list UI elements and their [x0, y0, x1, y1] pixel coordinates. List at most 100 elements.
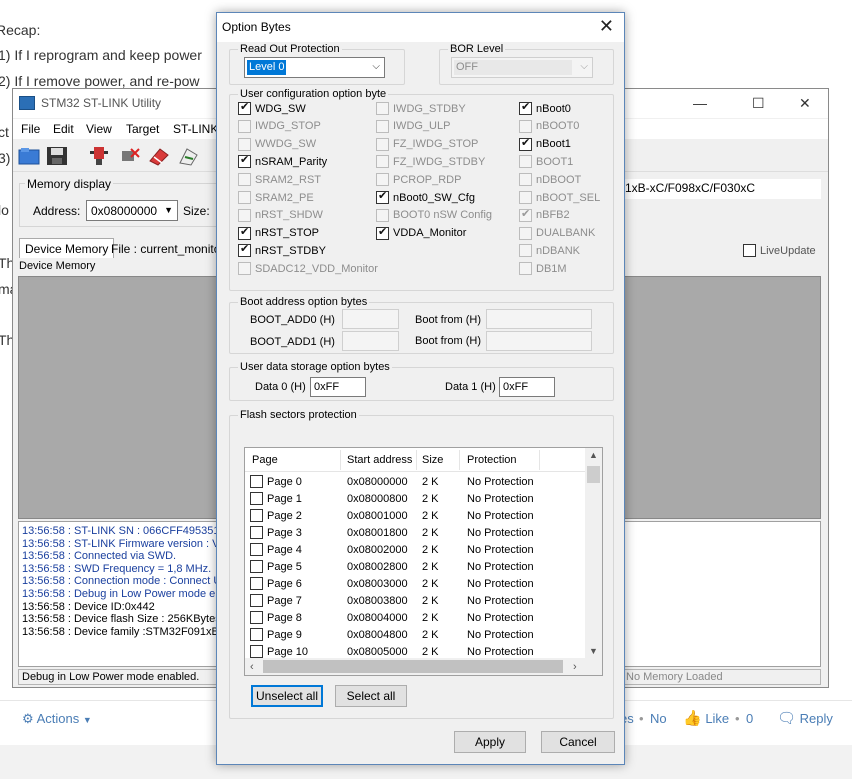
row-checkbox[interactable]	[250, 645, 263, 658]
option-checkbox-nrst-shdw[interactable]: nRST_SHDW	[238, 208, 323, 222]
close-button[interactable]: ✕	[799, 95, 811, 112]
option-checkbox-iwdg-stop[interactable]: IWDG_STOP	[238, 119, 321, 133]
row-checkbox[interactable]	[250, 628, 263, 641]
option-checkbox-nboot1[interactable]: nBoot1	[519, 137, 571, 151]
option-checkbox-vdda-monitor[interactable]: VDDA_Monitor	[376, 226, 466, 240]
boot-add1-field[interactable]	[342, 331, 399, 351]
vertical-scrollbar[interactable]: ▲ ▼	[585, 448, 602, 660]
scroll-down-icon[interactable]: ▼	[589, 646, 598, 656]
tab-file[interactable]: File : current_monitor.	[106, 239, 232, 259]
row-checkbox[interactable]	[250, 475, 263, 488]
flash-sector-row[interactable]: Page 6 0x08003000 2 K No Protection	[245, 576, 587, 593]
option-checkbox-sdadc12-vdd-monitor[interactable]: SDADC12_VDD_Monitor	[238, 262, 378, 276]
option-checkbox-nboot0[interactable]: nBoot0	[519, 101, 571, 115]
option-checkbox-nrst-stop[interactable]: nRST_STOP	[238, 226, 319, 240]
vertical-scroll-thumb[interactable]	[587, 466, 600, 483]
boot-add0-field[interactable]	[342, 309, 399, 329]
flash-sector-row[interactable]: Page 3 0x08001800 2 K No Protection	[245, 525, 587, 542]
apply-button[interactable]: Apply	[454, 731, 526, 753]
option-checkbox-fz-iwdg-stdby[interactable]: FZ_IWDG_STDBY	[376, 155, 485, 169]
option-label: WWDG_SW	[255, 138, 317, 151]
menu-target[interactable]: Target	[126, 122, 159, 136]
horizontal-scrollbar[interactable]: ‹ ›	[245, 658, 587, 675]
dialog-close-button[interactable]: ✕	[599, 16, 614, 36]
column-header-start-address[interactable]: Start address	[347, 454, 412, 466]
row-checkbox[interactable]	[250, 577, 263, 590]
option-checkbox-sram2-pe[interactable]: SRAM2_PE	[238, 191, 314, 204]
column-header-protection[interactable]: Protection	[467, 454, 517, 466]
flash-sectors-list[interactable]: Page Start address Size Protection Page …	[244, 447, 603, 676]
row-checkbox[interactable]	[250, 611, 263, 624]
erase-icon[interactable]	[147, 145, 171, 167]
option-checkbox-pcrop-rdp[interactable]: PCROP_RDP	[376, 173, 461, 187]
flash-sector-row[interactable]: Page 7 0x08003800 2 K No Protection	[245, 593, 587, 610]
menu-edit[interactable]: Edit	[53, 122, 74, 136]
unselect-all-button[interactable]: Unselect all	[251, 685, 323, 707]
row-checkbox[interactable]	[250, 594, 263, 607]
option-checkbox-wwdg-sw[interactable]: WWDG_SW	[238, 137, 317, 151]
option-checkbox-sram2-rst[interactable]: SRAM2_RST	[238, 173, 321, 187]
tab-device-memory[interactable]: Device Memory	[19, 238, 115, 258]
option-checkbox-boot1[interactable]: BOOT1	[519, 155, 573, 169]
live-update-checkbox[interactable]: LiveUpdate	[743, 244, 816, 257]
save-icon[interactable]	[45, 145, 69, 167]
minimize-button[interactable]: —	[693, 95, 707, 111]
option-checkbox-iwdg-ulp[interactable]: IWDG_ULP	[376, 119, 450, 133]
boot-from-0-field[interactable]	[486, 309, 592, 329]
disconnect-icon[interactable]	[117, 145, 141, 167]
column-header-size[interactable]: Size	[422, 454, 443, 466]
option-checkbox-nbfb2[interactable]: nBFB2	[519, 208, 570, 222]
open-file-icon[interactable]	[17, 145, 41, 167]
option-checkbox-dualbank[interactable]: DUALBANK	[519, 226, 595, 240]
flash-sector-row[interactable]: Page 8 0x08004000 2 K No Protection	[245, 610, 587, 627]
row-checkbox[interactable]	[250, 509, 263, 522]
flash-sector-row[interactable]: Page 4 0x08002000 2 K No Protection	[245, 542, 587, 559]
actions-menu[interactable]: ⚙ Actions ▼	[22, 711, 92, 727]
scroll-right-icon[interactable]: ›	[573, 661, 577, 673]
option-checkbox-nrst-stdby[interactable]: nRST_STDBY	[238, 243, 326, 258]
scroll-left-icon[interactable]: ‹	[250, 661, 254, 673]
program-icon[interactable]	[177, 145, 201, 167]
like-button[interactable]: 👍 Like	[683, 709, 729, 727]
helpful-no-link[interactable]: No	[650, 711, 667, 726]
maximize-button[interactable]: ☐	[752, 95, 765, 112]
bor-level-dropdown[interactable]: OFF ⌵	[451, 57, 593, 78]
column-header-page[interactable]: Page	[252, 454, 278, 466]
flash-sector-row[interactable]: Page 5 0x08002800 2 K No Protection	[245, 559, 587, 576]
flash-sector-row[interactable]: Page 1 0x08000800 2 K No Protection	[245, 491, 587, 508]
option-checkbox-boot0-nsw-config[interactable]: BOOT0 nSW Config	[376, 208, 492, 222]
rop-level-dropdown[interactable]: Level 0 ⌵	[244, 57, 385, 78]
option-checkbox-nboot0[interactable]: nBOOT0	[519, 119, 579, 133]
option-checkbox-db1m[interactable]: DB1M	[519, 262, 567, 276]
flash-sector-row[interactable]: Page 9 0x08004800 2 K No Protection	[245, 627, 587, 644]
flash-sector-row[interactable]: Page 0 0x08000000 2 K No Protection	[245, 474, 587, 491]
row-checkbox[interactable]	[250, 526, 263, 539]
row-checkbox[interactable]	[250, 560, 263, 573]
option-checkbox-wdg-sw[interactable]: WDG_SW	[238, 101, 306, 115]
connect-icon[interactable]	[87, 145, 111, 167]
data0-field[interactable]: 0xFF	[310, 377, 366, 397]
row-checkbox[interactable]	[250, 492, 263, 505]
page-cell: Page 2	[267, 510, 302, 522]
option-checkbox-iwdg-stdby[interactable]: IWDG_STDBY	[376, 102, 466, 115]
scroll-up-icon[interactable]: ▲	[589, 450, 598, 460]
select-all-button[interactable]: Select all	[335, 685, 407, 707]
menu-stlink[interactable]: ST-LINK	[173, 122, 218, 136]
menu-view[interactable]: View	[86, 122, 112, 136]
option-checkbox-nsram-parity[interactable]: nSRAM_Parity	[238, 154, 327, 169]
option-checkbox-nboot-sel[interactable]: nBOOT_SEL	[519, 191, 600, 204]
address-combo[interactable]: 0x08000000 ▼	[86, 200, 178, 221]
option-checkbox-ndbank[interactable]: nDBANK	[519, 244, 580, 258]
menu-file[interactable]: File	[21, 122, 40, 136]
row-checkbox[interactable]	[250, 543, 263, 556]
flash-sector-row[interactable]: Page 2 0x08001000 2 K No Protection	[245, 508, 587, 525]
horizontal-scroll-thumb[interactable]	[263, 660, 563, 673]
option-checkbox-ndboot[interactable]: nDBOOT	[519, 173, 581, 187]
data1-field[interactable]: 0xFF	[499, 377, 555, 397]
reply-button[interactable]: 🗨 Reply	[777, 709, 833, 727]
boot-from-1-field[interactable]	[486, 331, 592, 351]
cancel-button[interactable]: Cancel	[541, 731, 615, 753]
option-checkbox-fz-iwdg-stop[interactable]: FZ_IWDG_STOP	[376, 137, 478, 151]
bullet-separator: •	[639, 711, 644, 726]
option-checkbox-nboot0-sw-cfg[interactable]: nBoot0_SW_Cfg	[376, 190, 475, 204]
